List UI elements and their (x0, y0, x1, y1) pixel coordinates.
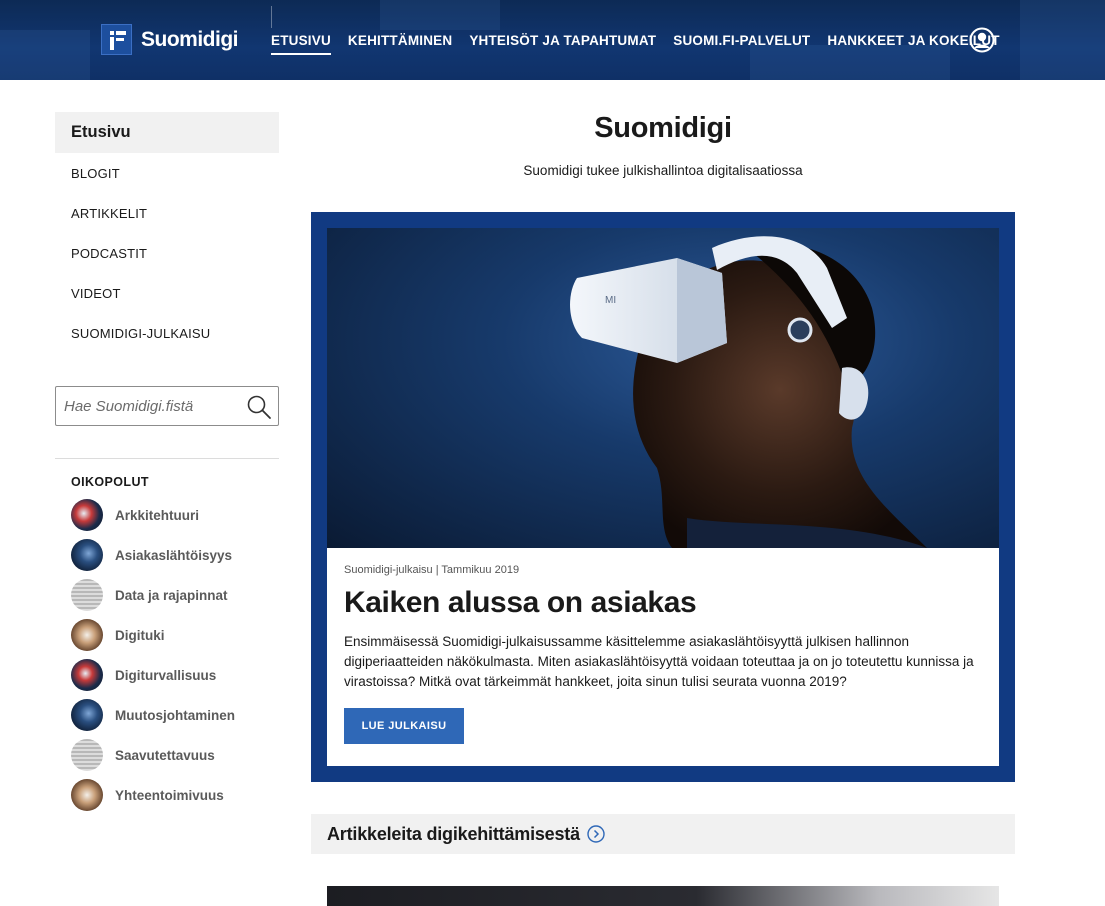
shortcut-yhteentoimivuus[interactable]: Yhteentoimivuus (55, 775, 279, 815)
sidebar-item-suomidigi-julkaisu[interactable]: SUOMIDIGI-JULKAISU (55, 313, 279, 353)
yhteentoimivuus-icon (71, 779, 103, 811)
asiakaslahtoisyys-icon (71, 539, 103, 571)
header-bg-building (0, 30, 90, 80)
chevron-right-circle-icon (587, 825, 605, 843)
search-box (55, 386, 279, 426)
sidebar-divider (55, 458, 279, 459)
article-thumbnail[interactable] (327, 886, 999, 906)
arkkitehtuuri-icon (71, 499, 103, 531)
nav-item-etusivu[interactable]: ETUSIVU (271, 33, 331, 55)
search-input[interactable] (56, 387, 236, 425)
nav-item-kehittaminen[interactable]: KEHITTÄMINEN (348, 33, 452, 55)
shortcut-label: Muutosjohtaminen (115, 707, 235, 723)
shortcut-arkkitehtuuri[interactable]: Arkkitehtuuri (55, 495, 279, 535)
shortcut-label: Arkkitehtuuri (115, 507, 200, 523)
main-nav: ETUSIVU KEHITTÄMINEN YHTEISÖT JA TAPAHTU… (271, 33, 1017, 55)
shortcut-digiturvallisuus[interactable]: Digiturvallisuus (55, 655, 279, 695)
shortcut-saavutettavuus[interactable]: Saavutettavuus (55, 735, 279, 775)
nav-item-suomifi-palvelut[interactable]: SUOMI.FI-PALVELUT (673, 33, 810, 55)
shortcut-data-ja-rajapinnat[interactable]: Data ja rajapinnat (55, 575, 279, 615)
read-publication-button[interactable]: LUE JULKAISU (344, 708, 464, 744)
digiturvallisuus-icon (71, 659, 103, 691)
shortcuts-heading: OIKOPOLUT (71, 475, 149, 489)
articles-section-header[interactable]: Artikkeleita digikehittämisestä (311, 814, 1015, 854)
shortcut-asiakaslahtoisyys[interactable]: Asiakaslähtöisyys (55, 535, 279, 575)
shortcut-label: Digituki (115, 627, 165, 643)
header-divider (271, 6, 272, 28)
shortcut-label: Saavutettavuus (115, 747, 215, 763)
sidebar-item-videot[interactable]: VIDEOT (55, 273, 279, 313)
sidebar-item-podcastit[interactable]: PODCASTIT (55, 233, 279, 273)
search-icon[interactable] (246, 394, 272, 420)
logo-text: Suomidigi (141, 27, 239, 51)
muutosjohtaminen-icon (71, 699, 103, 731)
sidebar-item-blogit[interactable]: BLOGIT (55, 153, 279, 193)
page-title: Suomidigi (594, 112, 732, 144)
header-bg-building (380, 0, 500, 30)
header-bg-building (1020, 0, 1105, 80)
digituki-icon (71, 619, 103, 651)
publication-title[interactable]: Kaiken alussa on asiakas (344, 586, 982, 620)
site-header: Suomidigi ETUSIVU KEHITTÄMINEN YHTEISÖT … (0, 0, 1105, 80)
shortcut-label: Data ja rajapinnat (115, 587, 228, 603)
nav-item-yhteisot[interactable]: YHTEISÖT JA TAPAHTUMAT (469, 33, 656, 55)
page-subtitle: Suomidigi tukee julkishallintoa digitali… (523, 163, 803, 178)
logo-mark-icon (101, 24, 132, 55)
featured-publication: MI Suomidigi-julkaisu | Tammikuu 2019 Ka… (311, 212, 1015, 782)
shortcuts-list: Arkkitehtuuri Asiakaslähtöisyys Data ja … (55, 495, 279, 815)
shortcut-label: Digiturvallisuus (115, 667, 217, 683)
vr-headset-photo: MI (570, 236, 927, 548)
hero-image[interactable]: MI (327, 228, 999, 548)
sidebar-item-etusivu[interactable]: Etusivu (55, 112, 279, 153)
sidebar-item-artikkelit[interactable]: ARTIKKELIT (55, 193, 279, 233)
shortcut-digituki[interactable]: Digituki (55, 615, 279, 655)
publication-description: Ensimmäisessä Suomidigi-julkaisussamme k… (344, 634, 974, 689)
hero-card: Suomidigi-julkaisu | Tammikuu 2019 Kaike… (327, 548, 999, 766)
shortcut-label: Yhteentoimivuus (115, 787, 224, 803)
data-ja-rajapinnat-icon (71, 579, 103, 611)
user-circle-icon[interactable] (969, 27, 995, 53)
site-logo[interactable]: Suomidigi (101, 24, 239, 55)
shortcut-label: Asiakaslähtöisyys (115, 547, 233, 563)
svg-text:MI: MI (605, 295, 616, 306)
publication-meta: Suomidigi-julkaisu | Tammikuu 2019 (344, 564, 520, 576)
articles-section-title: Artikkeleita digikehittämisestä (327, 823, 580, 844)
shortcut-muutosjohtaminen[interactable]: Muutosjohtaminen (55, 695, 279, 735)
saavutettavuus-icon (71, 739, 103, 771)
sidebar: Etusivu BLOGIT ARTIKKELIT PODCASTIT VIDE… (55, 112, 279, 815)
